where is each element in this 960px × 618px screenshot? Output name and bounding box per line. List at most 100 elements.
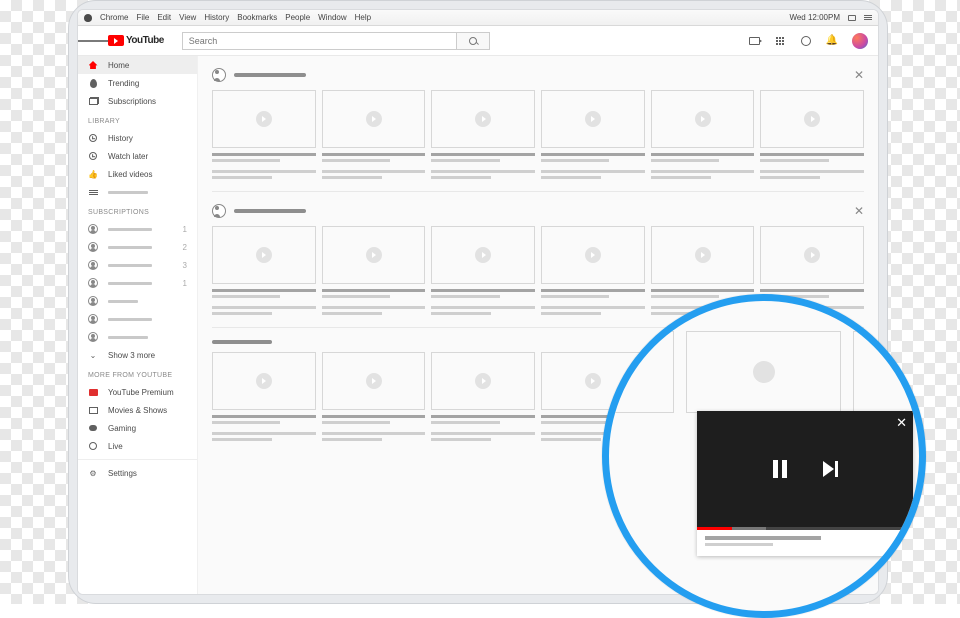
play-icon [366,247,382,263]
video-card[interactable] [322,90,426,179]
progress-bar[interactable] [697,527,913,530]
unread-count: 1 [183,225,187,234]
hamburger-button[interactable] [78,39,108,43]
watch-later-icon [89,152,97,160]
sidebar-section-subscriptions: SUBSCRIPTIONS [78,201,197,220]
menu-item[interactable]: History [204,13,229,22]
video-card[interactable] [541,90,645,179]
history-icon [89,134,97,142]
sidebar-item-playlist[interactable] [78,183,197,201]
control-icon[interactable] [848,15,856,21]
search-form [182,32,490,50]
sidebar-sub-item[interactable] [78,292,197,310]
sidebar-label: Trending [108,79,139,88]
unread-count: 3 [183,261,187,270]
sidebar-sub-item[interactable] [78,310,197,328]
sidebar-sub-item[interactable]: 1 [78,220,197,238]
sidebar-show-more[interactable]: ⌄Show 3 more [78,346,197,364]
create-video-icon[interactable] [748,35,760,47]
sidebar-item-history[interactable]: History [78,129,197,147]
video-shelf: ✕ [212,68,864,179]
placeholder-text [108,336,148,339]
video-card[interactable] [212,90,316,179]
shelf-title-placeholder [234,73,306,77]
search-input[interactable] [182,32,456,50]
sidebar-item-gaming[interactable]: Gaming [78,419,197,437]
sidebar-item-home[interactable]: Home [78,56,197,74]
apps-icon[interactable] [774,35,786,47]
sidebar-item-movies[interactable]: Movies & Shows [78,401,197,419]
play-icon [366,373,382,389]
sidebar-label: Live [108,442,123,451]
menu-item[interactable]: Edit [157,13,171,22]
menu-item[interactable]: People [285,13,310,22]
unread-count: 2 [183,243,187,252]
sidebar-sub-item[interactable]: 1 [78,274,197,292]
menu-item[interactable]: Chrome [100,13,128,22]
menu-item[interactable]: File [136,13,149,22]
video-card[interactable] [212,226,316,315]
video-card[interactable] [541,226,645,315]
menu-item[interactable]: Bookmarks [237,13,277,22]
thumb-up-icon: 👍 [88,169,98,179]
channel-avatar-icon[interactable] [212,204,226,218]
sidebar-label: Movies & Shows [108,406,167,415]
sidebar-label: Watch later [108,152,148,161]
miniplayer-close-button[interactable]: ✕ [896,415,907,431]
video-card[interactable] [431,226,535,315]
sidebar-item-liked[interactable]: 👍Liked videos [78,165,197,183]
play-icon [585,373,601,389]
sidebar-item-watch-later[interactable]: Watch later [78,147,197,165]
sidebar-item-trending[interactable]: Trending [78,74,197,92]
menu-item[interactable]: Help [355,13,371,22]
menu-item[interactable]: Window [318,13,346,22]
play-icon [475,373,491,389]
video-card[interactable] [431,90,535,179]
menu-item[interactable]: View [179,13,196,22]
video-card[interactable] [322,352,426,441]
play-icon [804,247,820,263]
video-card[interactable] [431,352,535,441]
live-icon [89,442,97,450]
play-icon [695,111,711,127]
miniplayer[interactable]: ✕ [697,411,913,556]
next-icon[interactable] [823,461,838,477]
sidebar-item-live[interactable]: Live [78,437,197,455]
messages-icon[interactable] [800,35,812,47]
play-icon [475,111,491,127]
miniplayer-video[interactable]: ✕ [697,411,913,527]
sidebar-item-subscriptions[interactable]: Subscriptions [78,92,197,110]
dismiss-shelf-button[interactable]: ✕ [854,68,864,82]
placeholder-text [108,264,152,267]
shelf-title-placeholder [212,340,272,344]
miniplayer-title-placeholder [705,536,821,540]
sidebar-sub-item[interactable] [78,328,197,346]
video-card[interactable] [651,90,755,179]
sidebar-item-settings[interactable]: ⚙Settings [78,464,197,482]
channel-avatar-icon [88,242,98,252]
list-icon[interactable] [864,15,872,20]
home-icon [89,61,98,69]
miniplayer-sub-placeholder [705,543,773,546]
search-button[interactable] [456,32,490,50]
zoom-lens: ✕ [602,294,926,618]
channel-avatar-icon [88,314,98,324]
video-card[interactable] [322,226,426,315]
dismiss-shelf-button[interactable]: ✕ [854,204,864,218]
youtube-logo[interactable]: YouTube [108,35,164,46]
sidebar-item-premium[interactable]: YouTube Premium [78,383,197,401]
video-card[interactable] [760,90,864,179]
sidebar-label: Settings [108,469,137,478]
channel-avatar-icon[interactable] [212,68,226,82]
placeholder-text [108,282,152,285]
account-avatar[interactable] [852,33,868,49]
sidebar-sub-item[interactable]: 3 [78,256,197,274]
sidebar-sub-item[interactable]: 2 [78,238,197,256]
youtube-topbar: YouTube 🔔 [78,26,878,56]
sidebar-label: Gaming [108,424,136,433]
play-icon [256,373,272,389]
notifications-icon[interactable]: 🔔 [826,35,838,47]
play-icon [695,247,711,263]
video-card[interactable] [212,352,316,441]
pause-icon[interactable] [773,460,787,478]
